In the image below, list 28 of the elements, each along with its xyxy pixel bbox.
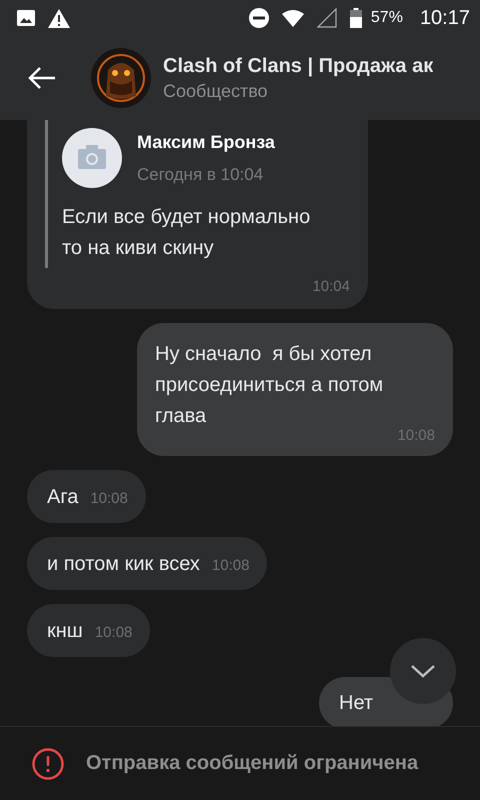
signal-icon	[316, 8, 337, 28]
back-arrow-icon	[27, 66, 57, 90]
chat-title: Clash of Clans | Продажа ак	[163, 54, 434, 78]
reply-author: Максим Бронза	[137, 132, 275, 152]
reply-date: Сегодня в 10:04	[137, 164, 264, 184]
battery-percent: 57%	[370, 9, 403, 27]
chat-subtitle: Сообщество	[163, 80, 269, 102]
clock-time: 10:17	[420, 6, 470, 30]
community-avatar-icon[interactable]	[91, 48, 151, 108]
do-not-disturb-icon	[248, 8, 269, 28]
message-text: кнш	[47, 620, 83, 642]
warning-icon	[48, 8, 70, 28]
message-time: 10:08	[90, 490, 128, 507]
error-icon	[32, 748, 64, 780]
message-text: Ага	[47, 486, 78, 508]
reply-text: Если все будет нормально то на киви скину	[62, 205, 312, 261]
message-text: Нет	[339, 692, 374, 714]
message-text: Ну сначало я бы хотел присоединиться а потом глава	[155, 343, 384, 427]
image-icon	[17, 10, 35, 26]
message-time: 10:04	[312, 278, 350, 295]
wifi-icon	[282, 10, 304, 26]
battery-icon	[350, 8, 362, 28]
message-time: 10:08	[94, 624, 132, 641]
restriction-notice: Отправка сообщений ограничена	[86, 752, 418, 775]
message-time: 10:08	[212, 557, 250, 574]
chevron-down-icon	[410, 664, 436, 678]
message-text: и потом кик всех	[47, 553, 200, 575]
camera-avatar-icon	[62, 128, 122, 188]
